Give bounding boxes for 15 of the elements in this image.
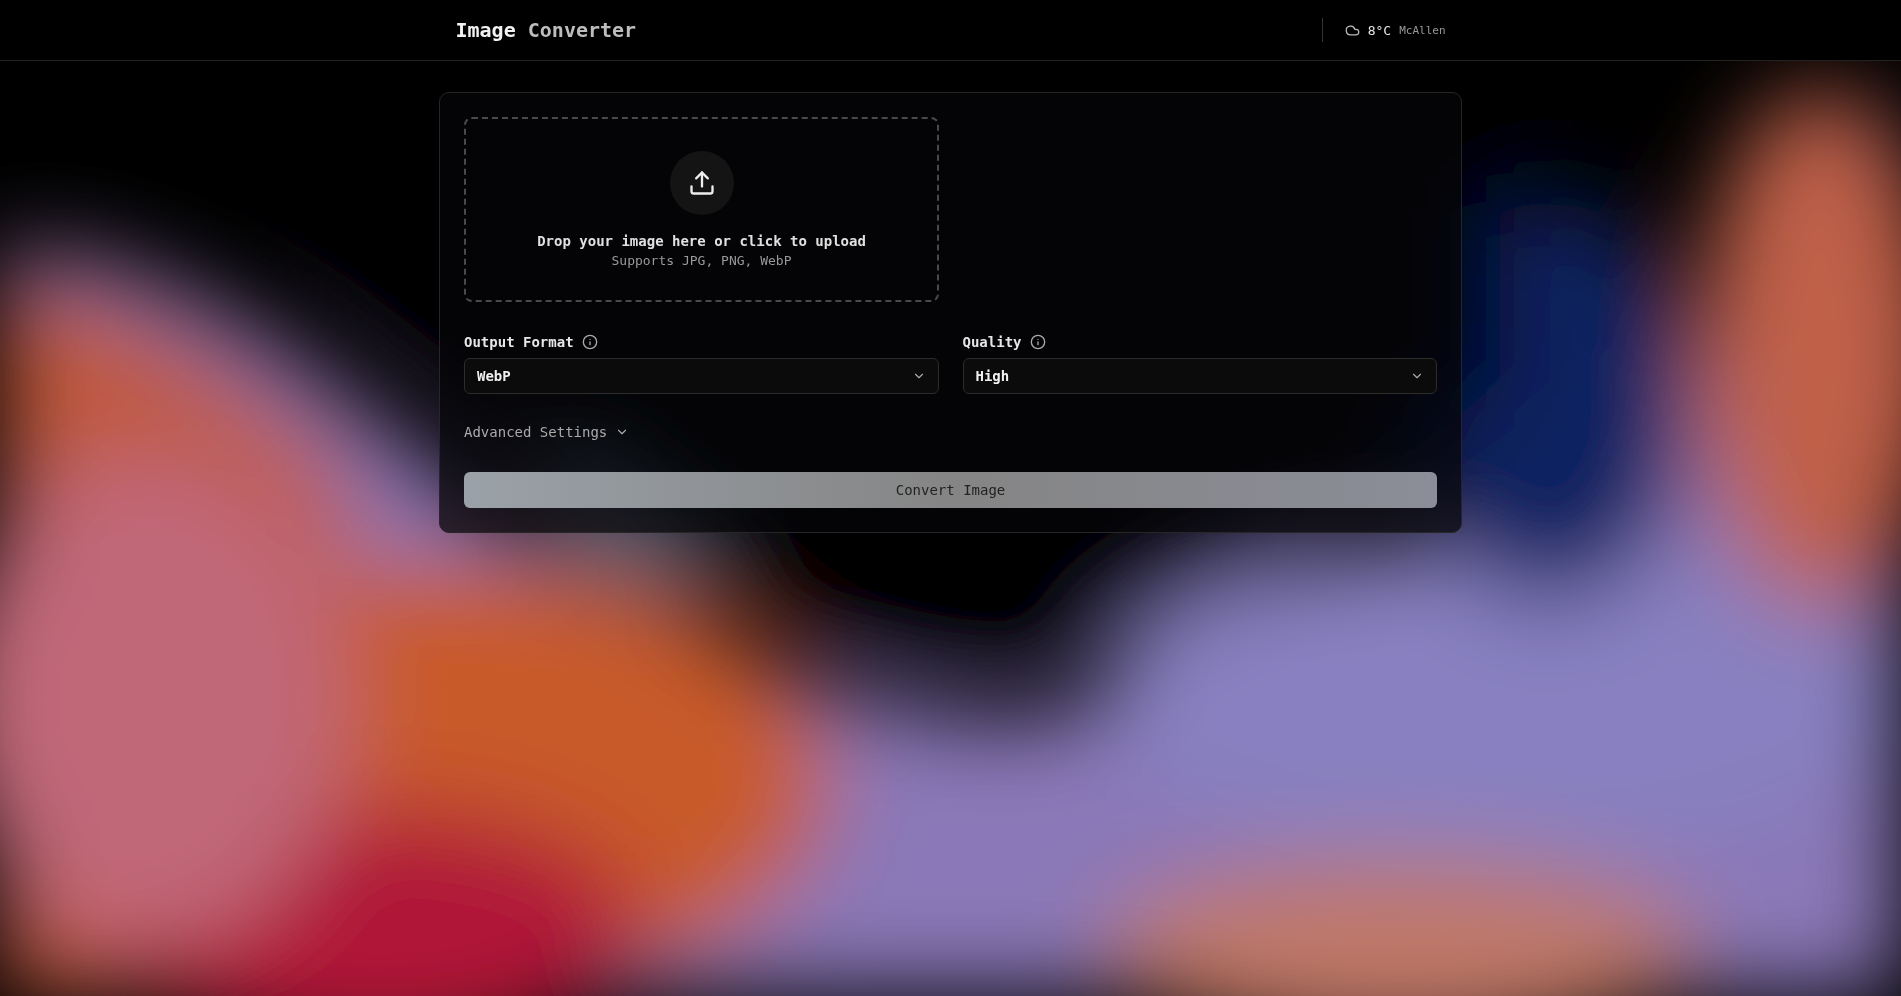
- select-dropdown[interactable]: High: [962, 358, 1437, 394]
- info-icon[interactable]: [1029, 334, 1046, 350]
- advanced-settings-toggle[interactable]: Advanced Settings: [464, 424, 630, 440]
- convert-button[interactable]: Convert Image: [464, 472, 1437, 508]
- upload-dropzone[interactable]: Drop your image here or click to upload Supports JPG, PNG, WebP: [464, 117, 939, 302]
- field-label: Quality: [962, 334, 1022, 350]
- field-label: Output Format: [464, 334, 574, 350]
- info-icon[interactable]: [581, 334, 598, 350]
- cloud-icon: [1344, 22, 1360, 38]
- city-name: McAllen: [1399, 23, 1446, 37]
- select-dropdown[interactable]: WebP: [464, 358, 939, 394]
- temperature: 8°C: [1367, 22, 1392, 38]
- upload-hint: Supports JPG, PNG, WebP: [611, 253, 792, 268]
- upload-instruction: Drop your image here or click to upload: [537, 233, 866, 249]
- app-title: Image Converter: [455, 18, 637, 42]
